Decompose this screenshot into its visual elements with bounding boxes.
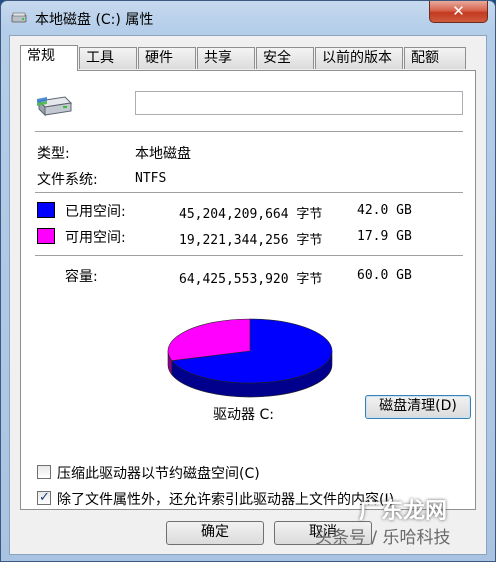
watermark-brand: 广东龙网	[359, 499, 448, 524]
tab-security[interactable]: 安全	[256, 47, 314, 69]
free-space-swatch	[37, 228, 55, 244]
tab-previous-versions[interactable]: 以前的版本	[315, 47, 403, 69]
capacity-bytes: 64,425,553,920 字节	[179, 272, 323, 287]
compress-label[interactable]: 压缩此驱动器以节约磁盘空间(C)	[57, 463, 260, 483]
checkmark-icon: ✓	[39, 490, 50, 505]
capacity-label: 容量:	[65, 269, 98, 285]
hard-drive-icon	[37, 96, 73, 117]
index-checkbox[interactable]: ✓	[37, 490, 51, 505]
capacity-size: 60.0 GB	[357, 268, 412, 283]
drive-name-input[interactable]	[135, 91, 463, 115]
watermark: 广东龙网 头条号 / 乐哈科技	[315, 499, 451, 548]
separator	[35, 131, 463, 132]
filesystem-label: 文件系统:	[37, 172, 98, 188]
tab-quota[interactable]: 配额	[404, 47, 466, 69]
used-space-label: 已用空间:	[65, 204, 126, 220]
watermark-text: 头条号 / 乐哈科技	[315, 528, 451, 548]
drive-letter-label: 驱动器 C:	[213, 407, 274, 423]
disk-usage-pie-chart	[167, 318, 333, 398]
close-icon: ✕	[452, 2, 465, 20]
tab-general[interactable]: 常规	[20, 45, 78, 71]
used-space-bytes: 45,204,209,664 字节	[179, 207, 323, 222]
free-space-size: 17.9 GB	[357, 229, 412, 244]
close-button[interactable]: ✕	[429, 1, 488, 23]
used-space-size: 42.0 GB	[357, 203, 412, 218]
tab-hardware[interactable]: 硬件	[138, 47, 196, 69]
ok-button[interactable]: 确定	[166, 521, 264, 545]
free-space-label: 可用空间:	[65, 230, 126, 246]
tab-tools[interactable]: 工具	[79, 47, 137, 69]
dialog-client: 常规 工具 硬件 共享 安全 以前的版本 配额 类型: 本地磁盘 文件系统: N…	[9, 35, 487, 555]
window-title: 本地磁盘 (C:) 属性	[35, 12, 154, 28]
type-value: 本地磁盘	[135, 146, 191, 162]
type-label: 类型:	[37, 146, 70, 162]
used-space-swatch	[37, 202, 55, 218]
title-bar[interactable]: 本地磁盘 (C:) 属性 ✕	[1, 1, 495, 35]
free-space-bytes: 19,221,344,256 字节	[179, 233, 323, 248]
properties-window: 本地磁盘 (C:) 属性 ✕ 常规 工具 硬件 共享 安全 以前的版本 配额 类…	[0, 0, 496, 562]
separator	[35, 255, 463, 256]
separator	[35, 192, 463, 193]
index-label[interactable]: 除了文件属性外，还允许索引此驱动器上文件的内容(I)	[57, 489, 394, 509]
drive-title-icon	[11, 12, 27, 23]
compress-checkbox[interactable]	[37, 465, 51, 479]
filesystem-value: NTFS	[135, 171, 167, 186]
tab-sharing[interactable]: 共享	[197, 47, 255, 69]
disk-cleanup-button[interactable]: 磁盘清理(D)	[365, 395, 471, 419]
general-panel: 类型: 本地磁盘 文件系统: NTFS 已用空间: 45,204,209,664…	[20, 70, 476, 510]
